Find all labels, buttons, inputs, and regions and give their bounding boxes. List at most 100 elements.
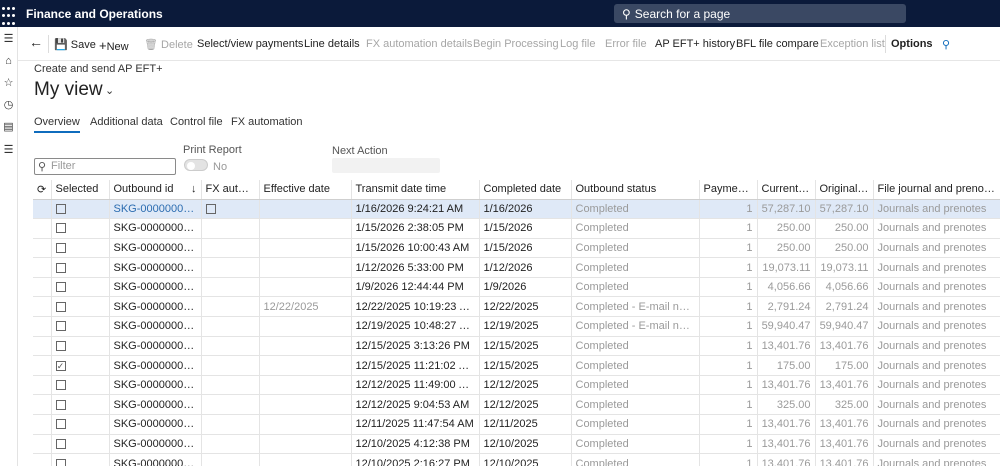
fx-automation-cell[interactable] — [201, 336, 260, 357]
effective-date-cell[interactable] — [259, 199, 352, 220]
options-button[interactable]: Options — [891, 38, 933, 50]
outbound-id-cell[interactable]: SKG-0000000575 — [109, 336, 202, 357]
fx-automation-cell[interactable] — [201, 218, 260, 239]
outbound-id-cell[interactable]: SKG-0000000577 — [109, 296, 202, 318]
fx-automation-cell[interactable] — [201, 296, 260, 318]
completed-date-cell[interactable]: 12/12/2025 — [479, 394, 572, 416]
original-total-cell[interactable]: 175.00 — [815, 355, 874, 376]
row-checkbox[interactable] — [51, 218, 110, 239]
current-total-cell[interactable]: 59,940.47 — [757, 316, 816, 337]
outbound-status-cell[interactable]: Completed — [571, 414, 700, 435]
outbound-id-cell[interactable]: SKG-0000000579 — [109, 257, 202, 278]
row-checkbox[interactable] — [51, 257, 110, 278]
current-total-cell[interactable]: 13,401.76 — [757, 434, 816, 455]
file-journal-cell[interactable]: Journals and prenotes — [873, 199, 1000, 220]
completed-date-cell[interactable]: 12/19/2025 — [479, 316, 572, 337]
row-checkbox[interactable] — [51, 316, 110, 337]
completed-date-cell[interactable]: 12/12/2025 — [479, 375, 572, 396]
effective-date-cell[interactable] — [259, 218, 352, 239]
row-selector[interactable] — [33, 316, 52, 337]
row-checkbox[interactable]: ✓ — [51, 355, 110, 376]
row-selector[interactable] — [33, 199, 52, 220]
checkbox-icon[interactable] — [55, 223, 66, 234]
outbound-status-cell[interactable]: Completed — [571, 277, 700, 298]
row-selector[interactable] — [33, 394, 52, 416]
fx-automation-cell[interactable] — [201, 316, 260, 337]
fx-automation-cell[interactable] — [201, 394, 260, 416]
current-total-cell[interactable]: 13,401.76 — [757, 414, 816, 435]
completed-date-cell[interactable]: 1/16/2026 — [479, 199, 572, 220]
completed-date-cell[interactable]: 12/11/2025 — [479, 414, 572, 435]
table-row[interactable]: SKG-0000000578 1/9/2026 12:44:44 PM 1/9/20… — [33, 277, 1000, 298]
column-header[interactable]: Transmit date time — [351, 180, 480, 200]
outbound-status-cell[interactable]: Completed — [571, 434, 700, 455]
effective-date-cell[interactable] — [259, 355, 352, 376]
column-header[interactable]: Effective date — [259, 180, 352, 200]
transmit-date-cell[interactable]: 12/22/2025 10:19:23 AM — [351, 296, 480, 318]
file-journal-cell[interactable]: Journals and prenotes — [873, 296, 1000, 318]
transmit-date-cell[interactable]: 12/12/2025 11:49:00 AM — [351, 375, 480, 396]
bfl-file-compare-button[interactable]: BFL file compare — [736, 38, 819, 50]
select-view-payments-button[interactable]: Select/view payments — [197, 38, 303, 50]
effective-date-cell[interactable] — [259, 316, 352, 337]
column-header[interactable]: Completed date — [479, 180, 572, 200]
table-row[interactable]: SKG-0000000575 12/15/2025 3:13:26 PM 12/15… — [33, 336, 1000, 357]
fx-automation-cell[interactable] — [201, 375, 260, 396]
fx-automation-cell[interactable] — [201, 238, 260, 259]
refresh-icon[interactable]: ⟳ — [33, 180, 52, 200]
checkbox-icon[interactable] — [55, 262, 66, 273]
checkbox-icon[interactable] — [55, 380, 66, 391]
tab-additional-data[interactable]: Additional data — [90, 116, 163, 128]
row-checkbox[interactable] — [51, 414, 110, 435]
fx-automation-cell[interactable] — [201, 355, 260, 376]
column-header[interactable]: File journal and prenote opt... — [873, 180, 1000, 200]
checkbox-icon[interactable] — [55, 419, 66, 430]
current-total-cell[interactable]: 57,287.10 — [757, 199, 816, 220]
print-report-toggle[interactable] — [184, 159, 208, 171]
outbound-id-cell[interactable]: SKG-0000000576 — [109, 316, 202, 337]
payment-journal-cell[interactable]: 1 — [699, 355, 758, 376]
outbound-status-cell[interactable]: Completed — [571, 199, 700, 220]
table-row[interactable]: SKG-0000000581 1/15/2026 2:38:05 PM 1/15/2… — [33, 218, 1000, 239]
outbound-status-cell[interactable]: Completed — [571, 394, 700, 416]
checkbox-icon[interactable] — [55, 458, 66, 466]
original-total-cell[interactable]: 59,940.47 — [815, 316, 874, 337]
file-journal-cell[interactable]: Journals and prenotes — [873, 277, 1000, 298]
effective-date-cell[interactable] — [259, 394, 352, 416]
row-checkbox[interactable] — [51, 199, 110, 220]
save-button[interactable]: 💾 Save — [54, 38, 96, 51]
table-row[interactable]: SKG-0000000577 12/22/2025 12/22/2025 10:19… — [33, 296, 1000, 318]
outbound-status-cell[interactable]: Completed - E-mail not s... — [571, 296, 700, 318]
column-header[interactable]: Outbound status — [571, 180, 700, 200]
view-title[interactable]: My view — [34, 79, 103, 101]
outbound-id-cell[interactable]: SKG-0000000572 — [109, 394, 202, 416]
transmit-date-cell[interactable]: 12/19/2025 10:48:27 AM — [351, 316, 480, 337]
completed-date-cell[interactable]: 1/12/2026 — [479, 257, 572, 278]
effective-date-cell[interactable] — [259, 277, 352, 298]
checkbox-icon[interactable] — [55, 243, 66, 254]
effective-date-cell[interactable] — [259, 257, 352, 278]
outbound-id-cell[interactable]: SKG-0000000581 — [109, 218, 202, 239]
fx-automation-details-button[interactable]: FX automation details — [366, 38, 472, 50]
file-journal-cell[interactable]: Journals and prenotes — [873, 375, 1000, 396]
current-total-cell[interactable]: 175.00 — [757, 355, 816, 376]
effective-date-cell[interactable] — [259, 453, 352, 466]
row-selector[interactable] — [33, 453, 52, 466]
completed-date-cell[interactable]: 12/15/2025 — [479, 336, 572, 357]
table-row[interactable]: SKG-0000000571 12/11/2025 11:47:54 AM 12/1… — [33, 414, 1000, 435]
table-row[interactable]: SKG-0000000570 12/10/2025 4:12:38 PM 12/10… — [33, 434, 1000, 455]
transmit-date-cell[interactable]: 1/15/2026 10:00:43 AM — [351, 238, 480, 259]
original-total-cell[interactable]: 57,287.10 — [815, 199, 874, 220]
line-details-button[interactable]: Line details — [304, 38, 360, 50]
checkbox-icon[interactable] — [55, 341, 66, 352]
effective-date-cell[interactable] — [259, 375, 352, 396]
table-row[interactable]: ✓ SKG-0000000574 12/15/2025 11:21:02 AM 12/… — [33, 355, 1000, 376]
table-row[interactable]: SKG-0000000576 12/19/2025 10:48:27 AM 12/1… — [33, 316, 1000, 337]
tab-fx-automation[interactable]: FX automation — [231, 116, 303, 128]
row-selector[interactable] — [33, 375, 52, 396]
file-journal-cell[interactable]: Journals and prenotes — [873, 355, 1000, 376]
payment-journal-cell[interactable]: 1 — [699, 394, 758, 416]
column-header[interactable]: Selected — [51, 180, 110, 200]
row-selector[interactable] — [33, 336, 52, 357]
tab-overview[interactable]: Overview — [34, 116, 80, 133]
